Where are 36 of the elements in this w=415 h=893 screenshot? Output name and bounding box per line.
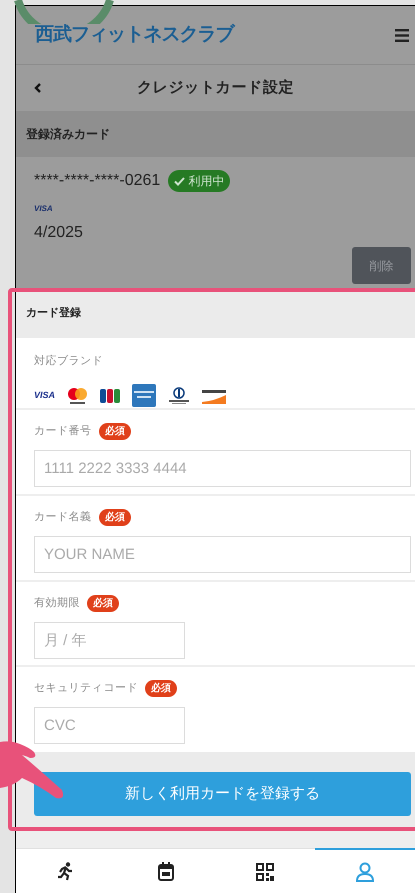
input-field[interactable]: CVC: [34, 707, 185, 744]
field-label: カード番号: [34, 424, 92, 440]
back-icon[interactable]: [34, 83, 41, 93]
section-heading: 登録済みカード: [26, 126, 110, 143]
required-badge: 必須: [98, 423, 131, 440]
person-icon: [355, 862, 376, 882]
card-brand: VISA: [34, 203, 54, 215]
field-label: 対応ブランド: [34, 355, 104, 367]
card-brand: VISA: [34, 388, 56, 402]
input-field[interactable]: 月 / 年: [34, 622, 185, 659]
field-label: セキュリティコード: [34, 681, 138, 696]
check-icon: [174, 176, 186, 186]
field-label: カード名義: [34, 510, 92, 526]
field-label: 有効期限: [34, 596, 80, 612]
card-expiry: 4/2025: [34, 223, 84, 243]
card-brand-icon: [132, 384, 156, 407]
input-field[interactable]: YOUR NAME: [34, 536, 411, 573]
section-heading: カード登録: [26, 306, 81, 321]
pointing-hand-drawing: [0, 740, 66, 800]
running-person-icon: [58, 862, 74, 881]
required-badge: 必須: [144, 680, 177, 697]
card-brand-icon: [100, 388, 120, 404]
card-brand-icon: [67, 386, 88, 404]
page-title: クレジットカード設定: [136, 78, 294, 98]
required-badge: 必須: [98, 509, 131, 526]
calendar-icon: [158, 862, 174, 881]
required-badge: 必須: [87, 595, 120, 612]
register-card-button[interactable]: 新しく利用カードを登録する: [34, 772, 411, 816]
status-badge: 利用中: [168, 170, 230, 192]
card-brand-icon: [202, 388, 226, 404]
qr-code-icon: [256, 862, 274, 880]
card-brand-icon: [168, 386, 190, 404]
delete-button[interactable]: 削除: [352, 247, 411, 284]
card-number: ****-****-****-0261: [34, 171, 160, 191]
menu-icon[interactable]: [395, 28, 409, 42]
input-field[interactable]: 1111 2222 3333 4444: [34, 450, 411, 487]
